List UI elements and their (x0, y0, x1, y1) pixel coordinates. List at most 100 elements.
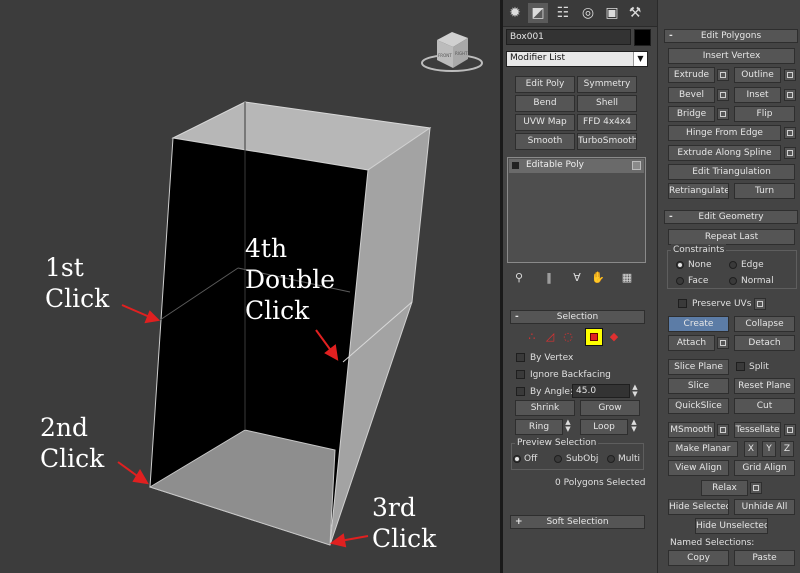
tessellate-settings-icon[interactable] (784, 424, 796, 436)
ffd-modifier-button[interactable]: FFD 4x4x4 (577, 114, 637, 131)
extrude-button[interactable]: Extrude (668, 67, 715, 83)
make-unique-icon[interactable]: ∀ (569, 271, 585, 285)
selection-rollout-header[interactable]: - Selection (510, 310, 645, 324)
modifier-list-dropdown[interactable]: Modifier List ▼ (506, 51, 648, 67)
chevron-down-icon[interactable]: ▼ (633, 52, 647, 66)
bevel-settings-icon[interactable] (717, 89, 729, 101)
outline-settings-icon[interactable] (784, 69, 796, 81)
grow-button[interactable]: Grow (580, 400, 640, 416)
preview-subobj-radio[interactable] (554, 455, 562, 463)
ring-button[interactable]: Ring (515, 419, 563, 435)
show-end-result-icon[interactable]: ‖ (541, 271, 557, 285)
view-align-button[interactable]: View Align (668, 460, 729, 476)
perspective-viewport[interactable]: FRONT RIGHT 1st Click 2nd Click 3rd Clic… (0, 0, 500, 573)
unhide-all-button[interactable]: Unhide All (734, 499, 795, 515)
viewcube-icon[interactable] (421, 32, 483, 72)
loop-button[interactable]: Loop (580, 419, 628, 435)
constraint-normal-radio[interactable] (729, 277, 737, 285)
grid-align-button[interactable]: Grid Align (734, 460, 795, 476)
motion-tab-icon[interactable]: ◎ (578, 3, 598, 23)
hide-selected-button[interactable]: Hide Selected (668, 499, 729, 515)
shrink-button[interactable]: Shrink (515, 400, 575, 416)
repeat-last-button[interactable]: Repeat Last (668, 229, 795, 245)
bridge-button[interactable]: Bridge (668, 106, 715, 122)
planarize-z-button[interactable]: Z (780, 441, 794, 457)
reset-plane-button[interactable]: Reset Plane (734, 378, 795, 394)
tessellate-button[interactable]: Tessellate (734, 422, 781, 438)
turbosmooth-modifier-button[interactable]: TurboSmooth (577, 133, 637, 150)
collapse-button[interactable]: Collapse (734, 316, 795, 332)
create-button[interactable]: Create (668, 316, 729, 332)
element-icon[interactable]: ◆ (607, 330, 621, 344)
inset-settings-icon[interactable] (784, 89, 796, 101)
retriangulate-button[interactable]: Retriangulate (668, 183, 729, 199)
edit-triangulation-button[interactable]: Edit Triangulation (668, 164, 795, 180)
slice-plane-button[interactable]: Slice Plane (668, 359, 729, 375)
vertex-icon[interactable]: ∴ (525, 330, 539, 344)
msmooth-settings-icon[interactable] (717, 424, 729, 436)
edge-icon[interactable]: ◿ (543, 330, 557, 344)
make-planar-button[interactable]: Make Planar (668, 441, 738, 457)
constraint-edge-radio[interactable] (729, 261, 737, 269)
outline-button[interactable]: Outline (734, 67, 781, 83)
copy-button[interactable]: Copy (668, 550, 729, 566)
ignore-backfacing-checkbox[interactable] (516, 370, 525, 379)
loop-spinner-icon[interactable]: ▲ ▼ (630, 419, 638, 433)
polygon-icon[interactable] (585, 328, 603, 346)
inset-button[interactable]: Inset (734, 87, 781, 103)
constraint-none-radio[interactable] (676, 261, 684, 269)
stack-item-editable-poly[interactable]: Editable Poly (509, 159, 644, 173)
ring-spinner-icon[interactable]: ▲ ▼ (564, 419, 572, 433)
border-icon[interactable]: ◌ (561, 330, 575, 344)
planarize-x-button[interactable]: X (744, 441, 758, 457)
insert-vertex-button[interactable]: Insert Vertex (668, 48, 795, 64)
bevel-button[interactable]: Bevel (668, 87, 715, 103)
modifier-stack[interactable]: Editable Poly (507, 157, 646, 263)
uvw-map-modifier-button[interactable]: UVW Map (515, 114, 575, 131)
attach-settings-icon[interactable] (717, 337, 729, 349)
hinge-from-edge-button[interactable]: Hinge From Edge (668, 125, 781, 141)
symmetry-modifier-button[interactable]: Symmetry (577, 76, 637, 93)
relax-button[interactable]: Relax (701, 480, 748, 496)
msmooth-button[interactable]: MSmooth (668, 422, 715, 438)
planarize-y-button[interactable]: Y (762, 441, 776, 457)
extrude-spline-settings-icon[interactable] (784, 147, 796, 159)
attach-button[interactable]: Attach (668, 335, 715, 351)
paste-button[interactable]: Paste (734, 550, 795, 566)
split-checkbox[interactable] (736, 362, 745, 371)
object-color-swatch[interactable] (634, 29, 651, 46)
preview-multi-radio[interactable] (607, 455, 615, 463)
display-tab-icon[interactable]: ▣ (602, 3, 622, 23)
preview-off-radio[interactable] (513, 455, 521, 463)
constraint-face-radio[interactable] (676, 277, 684, 285)
shell-modifier-button[interactable]: Shell (577, 95, 637, 112)
by-vertex-checkbox[interactable] (516, 353, 525, 362)
detach-button[interactable]: Detach (734, 335, 795, 351)
smooth-modifier-button[interactable]: Smooth (515, 133, 575, 150)
bridge-settings-icon[interactable] (717, 108, 729, 120)
soft-selection-rollout-header[interactable]: + Soft Selection (510, 515, 645, 529)
pin-stack-icon[interactable]: ⚲ (511, 271, 527, 285)
flip-button[interactable]: Flip (734, 106, 795, 122)
quickslice-button[interactable]: QuickSlice (668, 398, 729, 414)
modify-tab-icon[interactable]: ◩ (528, 3, 548, 23)
by-angle-checkbox[interactable] (516, 387, 525, 396)
relax-settings-icon[interactable] (750, 482, 762, 494)
cut-button[interactable]: Cut (734, 398, 795, 414)
remove-modifier-icon[interactable]: ✋ (590, 271, 606, 285)
edit-geometry-rollout-header[interactable]: - Edit Geometry (664, 210, 798, 224)
bend-modifier-button[interactable]: Bend (515, 95, 575, 112)
configure-sets-icon[interactable]: ▦ (619, 271, 635, 285)
spinner-arrows-icon[interactable]: ▲ ▼ (631, 384, 639, 398)
stack-item-toggle-icon[interactable] (632, 161, 641, 170)
extrude-along-spline-button[interactable]: Extrude Along Spline (668, 145, 781, 161)
edit-poly-modifier-button[interactable]: Edit Poly (515, 76, 575, 93)
extrude-settings-icon[interactable] (717, 69, 729, 81)
edit-polygons-rollout-header[interactable]: - Edit Polygons (664, 29, 798, 43)
create-tab-icon[interactable]: ✹ (505, 3, 525, 23)
slice-button[interactable]: Slice (668, 378, 729, 394)
utilities-tab-icon[interactable]: ⚒ (625, 3, 645, 23)
hinge-settings-icon[interactable] (784, 127, 796, 139)
hierarchy-tab-icon[interactable]: ☷ (553, 3, 573, 23)
angle-spinner-field[interactable]: 45.0 (572, 384, 630, 398)
